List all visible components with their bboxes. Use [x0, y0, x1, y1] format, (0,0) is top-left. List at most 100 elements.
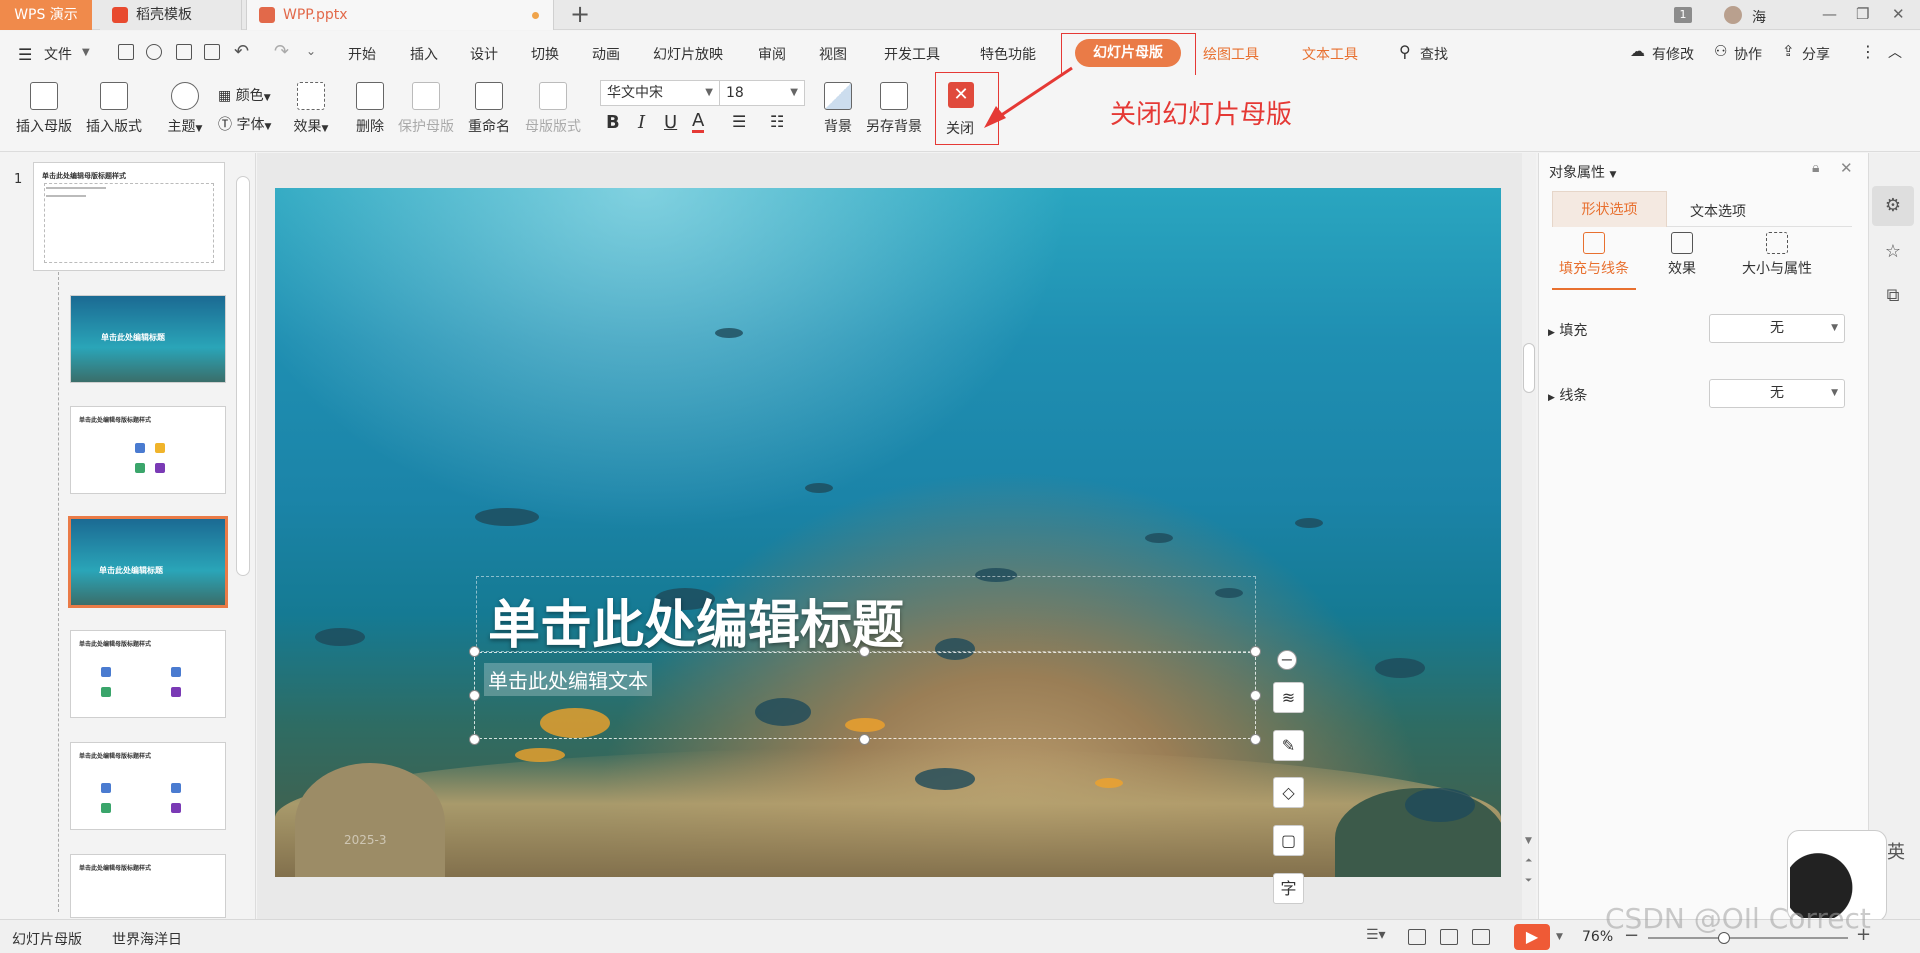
effects-button[interactable]: 效果▼ [288, 82, 334, 148]
protect-master-button[interactable]: 保护母版 [394, 82, 458, 148]
subtab-fill-line[interactable]: 填充与线条 [1548, 232, 1640, 278]
rename-button[interactable]: 重命名 [464, 82, 514, 148]
reading-view-icon[interactable] [1472, 929, 1490, 945]
close-window-icon[interactable]: ✕ [1892, 5, 1905, 23]
bold-icon[interactable]: B [606, 112, 620, 133]
slide-title[interactable]: 单击此处编辑标题 [488, 583, 904, 658]
selection-pane-icon[interactable]: ⧉ [1872, 276, 1914, 316]
colors-button[interactable]: ▦ 颜色▼ [218, 85, 271, 105]
ime-language-label[interactable]: 英 [1887, 838, 1905, 864]
italic-icon[interactable]: I [638, 112, 645, 133]
thumbnail-layout-7[interactable]: 单击此处编辑母版标题样式 [70, 854, 226, 918]
close-master-button[interactable]: 关闭 [946, 118, 974, 138]
delete-button[interactable]: 删除 [350, 82, 390, 148]
font-size-select[interactable]: 18 ▼ [719, 80, 805, 106]
quick-access-more-icon[interactable]: ⌄ [306, 44, 316, 58]
layers-icon[interactable]: ≋ [1273, 682, 1304, 713]
resize-handle[interactable] [1250, 734, 1261, 745]
minimize-icon[interactable]: — [1822, 5, 1837, 23]
resize-handle[interactable] [469, 734, 480, 745]
share-icon[interactable]: ⇪ [1782, 42, 1795, 60]
font-color-icon[interactable]: A [692, 112, 705, 133]
resize-handle[interactable] [469, 646, 480, 657]
background-button[interactable]: 背景 [820, 82, 856, 148]
master-layout-button[interactable]: 母版版式 [522, 82, 584, 148]
hamburger-icon[interactable]: ☰ [18, 45, 32, 64]
thumbnail-master[interactable]: 单击此处编辑母版标题样式 [33, 162, 225, 271]
search-icon[interactable]: ⚲ [1399, 42, 1411, 61]
insert-layout-button[interactable]: 插入版式 [82, 82, 146, 148]
menu-special-features[interactable]: 特色功能 [980, 44, 1036, 64]
menu-design[interactable]: 设计 [470, 44, 498, 64]
save-background-button[interactable]: 另存背景 [862, 82, 926, 148]
animation-pane-icon[interactable]: ☆ [1872, 232, 1914, 272]
more-icon[interactable]: ⋮ [1860, 42, 1876, 61]
menu-review[interactable]: 审阅 [758, 44, 786, 64]
resize-handle[interactable] [1250, 690, 1261, 701]
chevron-down-icon[interactable]: ▼ [1556, 932, 1563, 942]
page-down-icon[interactable]: ⏷ [1525, 876, 1532, 886]
print-icon[interactable] [176, 44, 192, 60]
close-master-icon[interactable]: ✕ [948, 82, 974, 108]
fill-select[interactable]: 无 ▼ [1709, 314, 1845, 343]
collaborate-button[interactable]: 协作 [1734, 44, 1762, 64]
menu-slideshow[interactable]: 幻灯片放映 [653, 44, 723, 64]
collaborate-icon[interactable]: ⚇ [1714, 42, 1727, 60]
insert-master-button[interactable]: 插入母版 [12, 82, 76, 148]
numbering-icon[interactable]: ☷ [770, 112, 784, 131]
fill-icon[interactable]: ◇ [1273, 777, 1304, 808]
menu-home[interactable]: 开始 [348, 44, 376, 64]
thumbnail-layout-6[interactable]: 单击此处编辑母版标题样式 [70, 742, 226, 830]
modified-status[interactable]: 有修改 [1652, 44, 1694, 64]
slide-pane-scrollbar[interactable] [236, 176, 250, 576]
subtab-effects[interactable]: 效果 [1636, 232, 1728, 278]
menu-view[interactable]: 视图 [819, 44, 847, 64]
resize-handle[interactable] [859, 734, 870, 745]
rotate-handle-icon[interactable]: ↻ [858, 612, 871, 631]
date-placeholder[interactable]: 2025-3 [344, 833, 387, 847]
menu-file[interactable]: 文件 [44, 44, 72, 64]
normal-view-icon[interactable] [1408, 929, 1426, 945]
underline-icon[interactable]: U [664, 112, 677, 133]
slide-body-text[interactable]: 单击此处编辑文本 [484, 663, 652, 696]
menu-transition[interactable]: 切换 [531, 44, 559, 64]
collapse-ribbon-icon[interactable]: ︿ [1888, 42, 1902, 62]
zoom-slider[interactable] [1648, 937, 1848, 939]
tab-text-tools[interactable]: 文本工具 [1302, 44, 1358, 64]
lock-icon[interactable]: 🔒︎ [1812, 160, 1819, 176]
line-select[interactable]: 无 ▼ [1709, 379, 1845, 408]
fill-row[interactable]: ▶ 填充 [1548, 320, 1587, 340]
print-preview-icon[interactable] [204, 44, 220, 60]
page-up-icon[interactable]: ⏶ [1525, 856, 1532, 866]
undo-icon[interactable]: ↶ [234, 41, 249, 62]
text-style-icon[interactable]: 字 [1273, 873, 1304, 904]
theme-button[interactable]: 主题▼ [160, 82, 210, 148]
search-button[interactable]: 查找 [1420, 44, 1448, 64]
notes-icon[interactable]: ☰▾ [1366, 927, 1386, 943]
thumbnail-layout-4-selected[interactable]: 单击此处编辑标题 [68, 516, 228, 608]
font-button[interactable]: Ⓣ 字体▼ [218, 114, 271, 134]
avatar[interactable] [1724, 6, 1742, 24]
cloud-icon[interactable]: ☁ [1630, 42, 1645, 60]
tab-drawing-tools[interactable]: 绘图工具 [1203, 44, 1259, 64]
menu-animation[interactable]: 动画 [592, 44, 620, 64]
bullets-icon[interactable]: ☰ [732, 112, 746, 131]
scroll-thumb[interactable] [1523, 343, 1535, 393]
format-painter-icon[interactable] [146, 44, 162, 60]
redo-icon[interactable]: ↷ [274, 41, 289, 62]
brush-icon[interactable]: ✎ [1273, 730, 1304, 761]
panel-title[interactable]: 对象属性 ▼ [1549, 162, 1616, 182]
resize-handle[interactable] [469, 690, 480, 701]
share-button[interactable]: 分享 [1802, 44, 1830, 64]
user-name[interactable]: 海 [1752, 7, 1766, 27]
restore-icon[interactable]: ❐ [1856, 5, 1869, 23]
scroll-down-icon[interactable]: ▼ [1525, 836, 1532, 846]
new-tab-button[interactable]: + [570, 2, 590, 26]
tab-slide-master[interactable]: 幻灯片母版 [1075, 39, 1181, 67]
resize-handle[interactable] [859, 646, 870, 657]
properties-toggle-icon[interactable]: ⚙︎ [1872, 186, 1914, 226]
tab-shape-options[interactable]: 形状选项 [1552, 191, 1667, 227]
canvas-vertical-scrollbar[interactable] [1522, 153, 1536, 919]
status-theme[interactable]: 世界海洋日 [112, 929, 182, 949]
tab-text-options[interactable]: 文本选项 [1690, 201, 1746, 221]
